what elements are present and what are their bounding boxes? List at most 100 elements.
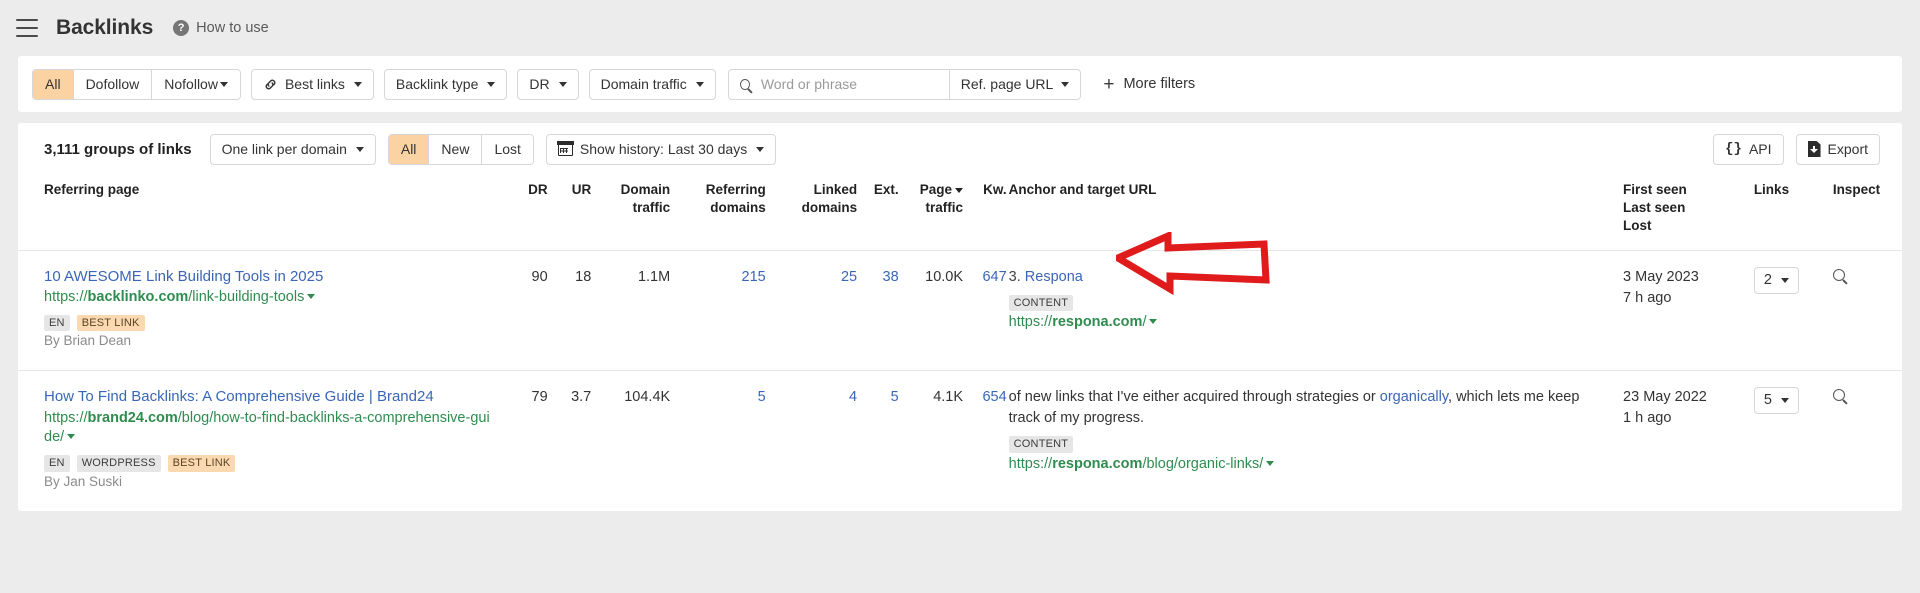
backlink-type-label: Backlink type — [395, 76, 479, 92]
show-history-dropdown[interactable]: Show history: Last 30 days — [545, 133, 777, 165]
referring-page-byline: By Jan Suski — [44, 473, 123, 489]
col-kw[interactable]: Kw. — [963, 175, 1007, 250]
kw-cell[interactable]: 654 — [963, 370, 1007, 511]
first-seen-value: 3 May 2023 — [1623, 268, 1699, 285]
chevron-down-icon[interactable] — [1266, 460, 1275, 466]
more-filters-label: More filters — [1123, 76, 1196, 92]
export-button[interactable]: Export — [1795, 133, 1880, 165]
domain-traffic-filter[interactable]: Domain traffic — [588, 68, 716, 100]
linked-domains-cell[interactable]: 4 — [765, 370, 858, 511]
status-new[interactable]: New — [429, 134, 483, 164]
col-lost-label: Lost — [1623, 218, 1652, 234]
grouping-dropdown[interactable]: One link per domain — [209, 133, 376, 165]
ext-cell[interactable]: 5 — [857, 370, 899, 511]
inspect-search-icon[interactable] — [1832, 268, 1845, 281]
col-ur[interactable]: UR — [548, 175, 592, 250]
chevron-down-icon[interactable] — [67, 434, 76, 440]
col-seen-dates[interactable]: First seen Last seen Lost — [1609, 175, 1738, 250]
referring-page-byline: By Brian Dean — [44, 333, 132, 349]
anchor-tags: CONTENT — [1008, 436, 1593, 453]
api-button[interactable]: {} API — [1713, 133, 1784, 165]
how-to-use-link[interactable]: ? How to use — [173, 20, 269, 36]
col-inspect: Inspect — [1832, 182, 1881, 197]
grouping-label: One link per domain — [221, 141, 347, 157]
referring-page-url[interactable]: https://brand24.com/blog/how-to-find-bac… — [44, 409, 492, 448]
filter-nofollow[interactable]: Nofollow — [152, 69, 240, 99]
link-icon — [265, 79, 276, 89]
anchor-link[interactable]: organically — [1380, 389, 1448, 405]
col-referring-page[interactable]: Referring page — [18, 175, 506, 250]
api-label: API — [1748, 141, 1772, 157]
col-dr[interactable]: DR — [506, 175, 548, 250]
code-braces-icon: {} — [1725, 141, 1742, 157]
links-count-dropdown[interactable]: 2 — [1753, 266, 1799, 294]
tag-content: CONTENT — [1008, 436, 1074, 453]
search-input[interactable] — [758, 75, 938, 93]
ext-cell[interactable]: 38 — [857, 249, 899, 371]
col-page-traffic[interactable]: Page traffic — [899, 175, 964, 250]
referring-page-cell: 10 AWESOME Link Building Tools in 2025 h… — [18, 249, 507, 371]
last-seen-value: 1 h ago — [1623, 410, 1672, 427]
dr-cell: 79 — [506, 370, 548, 511]
results-card: 3,111 groups of links One link per domai… — [18, 123, 1902, 511]
col-linked-domains[interactable]: Linked domains — [766, 175, 858, 250]
links-count-value: 5 — [1763, 392, 1772, 409]
kw-cell[interactable]: 647 — [963, 249, 1007, 371]
filter-dofollow[interactable]: Dofollow — [73, 69, 153, 99]
page-traffic-cell: 10.0K — [898, 249, 964, 371]
anchor-text: 3. Respona — [1008, 268, 1083, 285]
search-box[interactable] — [727, 68, 950, 100]
col-anchor-target[interactable]: Anchor and target URL — [1007, 175, 1609, 250]
ur-cell: 18 — [547, 249, 592, 371]
tag-language: EN — [44, 314, 70, 332]
col-referring-domains[interactable]: Referring domains — [670, 175, 766, 250]
chevron-down-icon — [1780, 398, 1789, 404]
tag-platform: WORDPRESS — [76, 454, 161, 472]
chevron-down-icon — [1780, 277, 1789, 283]
chevron-down-icon — [695, 81, 704, 87]
referring-domains-cell[interactable]: 5 — [670, 370, 766, 511]
hamburger-icon[interactable] — [16, 19, 38, 37]
inspect-search-icon[interactable] — [1832, 389, 1845, 402]
inspect-cell — [1818, 249, 1902, 371]
backlink-type-filter[interactable]: Backlink type — [383, 68, 508, 100]
links-count-value: 2 — [1763, 271, 1772, 288]
top-bar: Backlinks ? How to use — [0, 0, 1920, 56]
status-lost[interactable]: Lost — [482, 134, 533, 164]
last-seen-value: 7 h ago — [1623, 289, 1672, 306]
domain-traffic-cell: 104.4K — [591, 370, 671, 511]
dr-cell: 90 — [506, 249, 548, 371]
referring-domains-cell[interactable]: 215 — [670, 249, 766, 371]
col-domain-traffic[interactable]: Domain traffic — [591, 175, 671, 250]
sort-descending-icon — [955, 188, 964, 193]
target-url[interactable]: https://respona.com/ — [1009, 313, 1593, 333]
dr-filter[interactable]: DR — [517, 68, 579, 100]
anchor-link[interactable]: Respona — [1025, 269, 1083, 285]
chevron-down-icon[interactable] — [1149, 319, 1158, 325]
target-url[interactable]: https://respona.com/blog/organic-links/ — [1009, 455, 1593, 475]
filter-all[interactable]: All — [33, 69, 74, 99]
chevron-down-icon[interactable] — [307, 294, 316, 300]
status-all[interactable]: All — [388, 134, 430, 164]
follow-type-segment: All Dofollow Nofollow — [32, 68, 241, 100]
seen-dates-cell: 23 May 2022 1 h ago — [1609, 370, 1738, 511]
links-count-dropdown[interactable]: 5 — [1753, 387, 1799, 415]
groups-count: 3,111 groups of links — [44, 140, 192, 158]
col-links[interactable]: Links — [1738, 175, 1819, 250]
table-header: Referring page DR UR Domain traffic Refe… — [18, 175, 1902, 250]
referring-page-title[interactable]: How To Find Backlinks: A Comprehensive G… — [44, 387, 492, 407]
linked-domains-cell[interactable]: 25 — [765, 249, 858, 371]
anchor-target-cell: of new links that I've either acquired t… — [1006, 370, 1610, 511]
filter-bar: All Dofollow Nofollow Best links Backlin… — [18, 56, 1902, 112]
calendar-icon — [557, 141, 574, 156]
referring-page-url[interactable]: https://backlinko.com/link-building-tool… — [44, 288, 492, 308]
best-links-filter[interactable]: Best links — [250, 68, 374, 100]
search-group: Ref. page URL — [727, 68, 1082, 100]
ref-page-url-filter[interactable]: Ref. page URL — [949, 68, 1082, 100]
more-filters-button[interactable]: + More filters — [1103, 75, 1195, 94]
anchor-text: of new links that I've either acquired t… — [1008, 389, 1580, 427]
col-ext[interactable]: Ext. — [857, 175, 899, 250]
how-to-use-label: How to use — [196, 20, 269, 36]
referring-page-title[interactable]: 10 AWESOME Link Building Tools in 2025 — [44, 267, 492, 287]
chevron-down-icon — [355, 146, 364, 152]
